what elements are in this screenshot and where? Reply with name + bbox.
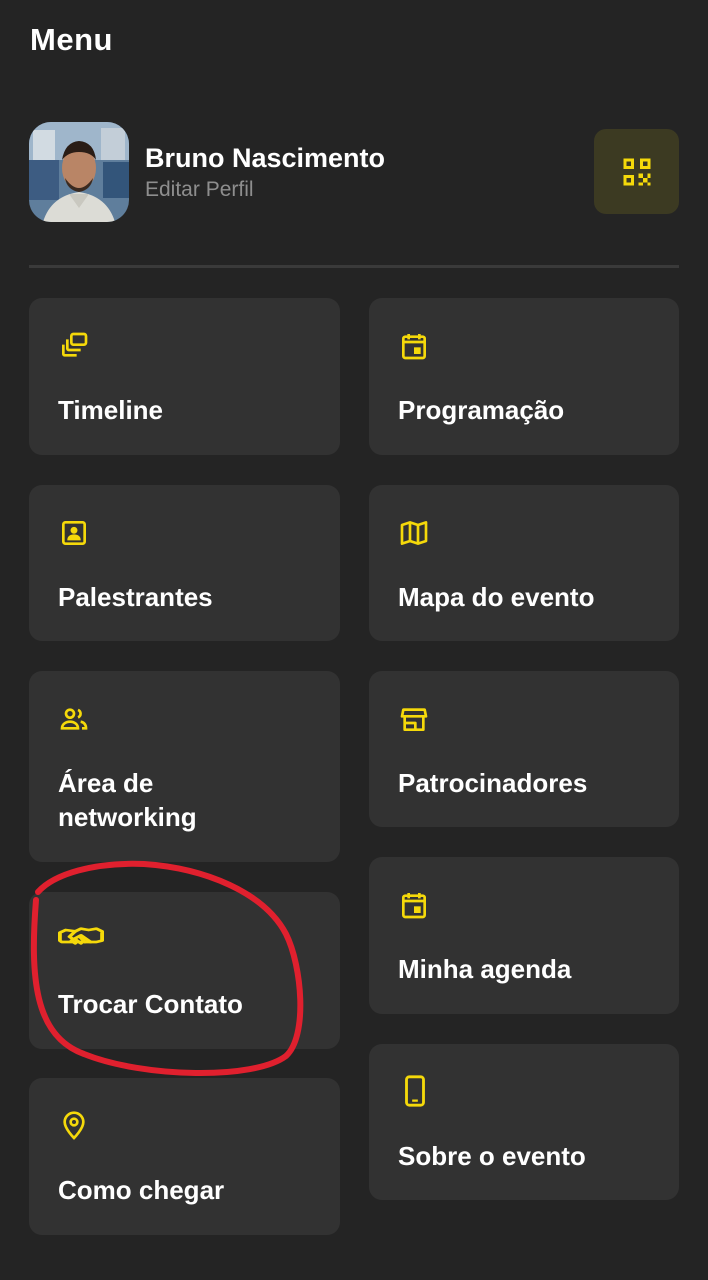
menu-item-label: Sobre o evento [398,1141,586,1171]
calendar-icon [402,893,426,919]
menu-item-como-chegar[interactable]: Como chegar [29,1078,340,1235]
menu-item-label: Como chegar [58,1175,225,1205]
map-icon [400,521,428,545]
menu-item-label: Patrocinadores [398,768,588,798]
menu-item-networking[interactable]: Área de networking [29,671,340,862]
smartphone-icon [405,1075,425,1107]
menu-item-label: Área de [58,768,154,798]
contact-card-icon [62,521,86,545]
avatar[interactable] [29,122,129,222]
menu-item-patrocinadores[interactable]: Patrocinadores [369,671,679,827]
menu-item-label: Palestrantes [58,582,213,612]
menu-item-programacao[interactable]: Programação [369,298,679,455]
qr-code-button[interactable] [594,129,679,214]
people-icon [60,708,88,730]
menu-item-label: Mapa do evento [398,582,595,612]
menu-item-mapa[interactable]: Mapa do evento [369,485,679,641]
handshake-icon [58,927,104,945]
menu-item-label: networking [58,802,197,832]
page-title: Menu [30,22,113,57]
menu-item-palestrantes[interactable]: Palestrantes [29,485,340,641]
layers-icon [62,332,88,357]
menu-item-minha-agenda[interactable]: Minha agenda [369,857,679,1014]
divider [29,265,679,268]
store-icon [400,708,428,731]
qr-code-icon [623,158,650,185]
menu-item-label: Programação [398,395,565,425]
edit-profile-link[interactable]: Editar Perfil [145,178,254,202]
profile-name: Bruno Nascimento [145,143,386,173]
location-pin-icon [63,1111,85,1140]
menu-item-label: Trocar Contato [58,989,243,1019]
menu-item-trocar-contato[interactable]: Trocar Contato [29,892,340,1049]
calendar-icon [402,334,426,360]
menu-item-label: Minha agenda [398,954,572,984]
menu-item-sobre[interactable]: Sobre o evento [369,1044,679,1200]
profile-section[interactable]: Bruno Nascimento Editar Perfil [29,122,679,222]
menu-item-label: Timeline [58,395,164,425]
menu-item-timeline[interactable]: Timeline [29,298,340,455]
